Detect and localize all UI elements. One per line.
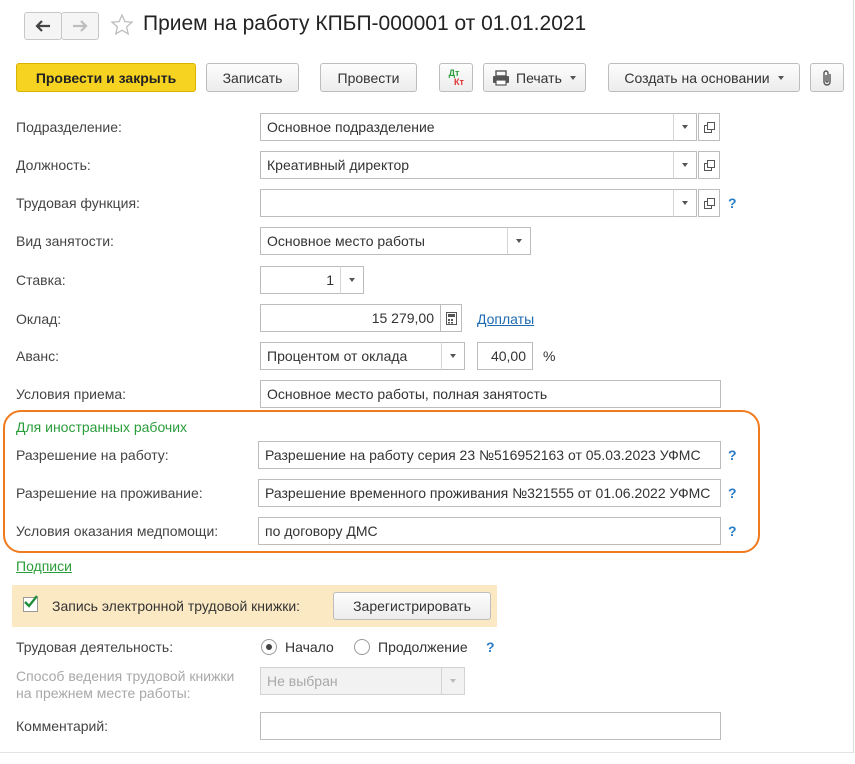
position-open-button[interactable]	[698, 151, 720, 179]
conditions-label: Условия приема:	[16, 386, 127, 402]
open-icon	[703, 197, 715, 209]
department-field[interactable]: Основное подразделение	[260, 113, 674, 141]
employment-type-field[interactable]: Основное место работы	[260, 227, 508, 255]
position-label: Должность:	[16, 157, 91, 173]
chevron-down-icon	[450, 354, 456, 358]
signatures-link[interactable]: Подписи	[16, 558, 72, 574]
open-icon	[703, 159, 715, 171]
employment-type-dropdown-button[interactable]	[507, 227, 531, 255]
department-dropdown-button[interactable]	[673, 113, 697, 141]
save-button[interactable]: Записать	[206, 63, 299, 92]
chevron-down-icon	[682, 163, 688, 167]
paperclip-icon	[823, 69, 831, 86]
etk-label: Запись электронной трудовой книжки:	[52, 598, 301, 614]
comment-field[interactable]	[260, 712, 721, 740]
calculator-icon	[445, 311, 457, 325]
medical-care-label: Условия оказания медпомощи:	[16, 523, 219, 539]
work-activity-label: Трудовая деятельность:	[16, 639, 174, 655]
rate-field[interactable]: 1	[260, 266, 341, 294]
labor-function-open-button[interactable]	[698, 189, 720, 217]
document-window: Прием на работу КПБП-000001 от 01.01.202…	[0, 0, 854, 753]
open-icon	[703, 121, 715, 133]
advance-method-field[interactable]: Процентом от оклада	[260, 342, 442, 370]
radio-continuation-label[interactable]: Продолжение	[378, 639, 468, 655]
position-dropdown-button[interactable]	[673, 151, 697, 179]
etk-checkbox[interactable]	[23, 595, 38, 612]
advance-method-dropdown-button[interactable]	[441, 342, 465, 370]
help-icon[interactable]: ?	[728, 523, 737, 539]
additional-payments-link[interactable]: Доплаты	[477, 311, 534, 327]
help-icon[interactable]: ?	[486, 639, 495, 655]
chevron-down-icon	[569, 75, 576, 80]
checkmark-icon	[24, 595, 38, 608]
radio-start-label[interactable]: Начало	[285, 639, 334, 655]
residence-permit-field[interactable]: Разрешение временного проживания №321555…	[258, 479, 721, 507]
kt-icon-label: Кт	[454, 76, 464, 87]
post-and-close-button[interactable]: Провести и закрыть	[16, 63, 196, 92]
labor-function-label: Трудовая функция:	[16, 195, 140, 211]
create-based-on-button[interactable]: Создать на основании	[608, 63, 800, 92]
help-icon[interactable]: ?	[728, 485, 737, 501]
page-title: Прием на работу КПБП-000001 от 01.01.202…	[143, 12, 587, 35]
foreign-workers-heading: Для иностранных рабочих	[16, 419, 188, 435]
arrow-left-icon	[35, 20, 50, 32]
advance-percent-field[interactable]: 40,00	[477, 342, 533, 370]
chevron-down-icon	[682, 201, 688, 205]
create-based-label: Создать на основании	[624, 69, 770, 86]
help-icon[interactable]: ?	[728, 195, 737, 211]
chevron-down-icon	[516, 239, 522, 243]
comment-label: Комментарий:	[16, 718, 109, 734]
work-permit-label: Разрешение на работу:	[16, 447, 169, 463]
register-button[interactable]: Зарегистрировать	[333, 592, 491, 620]
department-label: Подразделение:	[16, 119, 122, 135]
position-field[interactable]: Креативный директор	[260, 151, 674, 179]
dt-kt-button[interactable]: Дт Кт	[439, 63, 473, 92]
previous-book-dropdown-button[interactable]	[441, 667, 465, 695]
help-icon[interactable]: ?	[728, 447, 737, 463]
chevron-down-icon	[682, 125, 688, 129]
employment-type-label: Вид занятости:	[16, 233, 114, 249]
printer-icon	[493, 69, 509, 86]
medical-care-field[interactable]: по договору ДМС	[258, 517, 721, 545]
radio-dot-icon	[266, 644, 272, 650]
conditions-field[interactable]: Основное место работы, полная занятость	[260, 380, 721, 408]
rate-label: Ставка:	[16, 272, 66, 288]
post-button[interactable]: Провести	[320, 63, 417, 92]
chevron-down-icon	[349, 278, 355, 282]
work-permit-field[interactable]: Разрешение на работу серия 23 №516952163…	[258, 441, 721, 469]
advance-label: Аванс:	[16, 348, 60, 364]
salary-calculator-button[interactable]	[440, 304, 462, 332]
arrow-right-icon	[73, 20, 88, 32]
chevron-down-icon	[777, 75, 784, 80]
percent-unit: %	[543, 348, 556, 364]
labor-function-dropdown-button[interactable]	[673, 189, 697, 217]
favorite-star-icon[interactable]	[110, 13, 134, 40]
print-button[interactable]: Печать	[483, 63, 586, 92]
chevron-down-icon	[450, 679, 456, 683]
attach-file-button[interactable]	[810, 63, 844, 92]
salary-field[interactable]: 15 279,00	[260, 304, 441, 332]
print-label: Печать	[516, 69, 562, 86]
department-open-button[interactable]	[698, 113, 720, 141]
salary-label: Оклад:	[16, 311, 62, 327]
radio-start[interactable]	[261, 639, 277, 655]
forward-button[interactable]	[61, 12, 99, 40]
rate-dropdown-button[interactable]	[340, 266, 364, 294]
back-button[interactable]	[24, 12, 62, 40]
radio-continuation[interactable]	[354, 639, 370, 655]
labor-function-field[interactable]	[260, 189, 674, 217]
previous-book-label-line2: на прежнем месте работы:	[16, 685, 191, 701]
residence-permit-label: Разрешение на проживание:	[16, 485, 203, 501]
previous-book-field[interactable]: Не выбран	[260, 667, 442, 695]
previous-book-label-line1: Способ ведения трудовой книжки	[16, 668, 235, 684]
